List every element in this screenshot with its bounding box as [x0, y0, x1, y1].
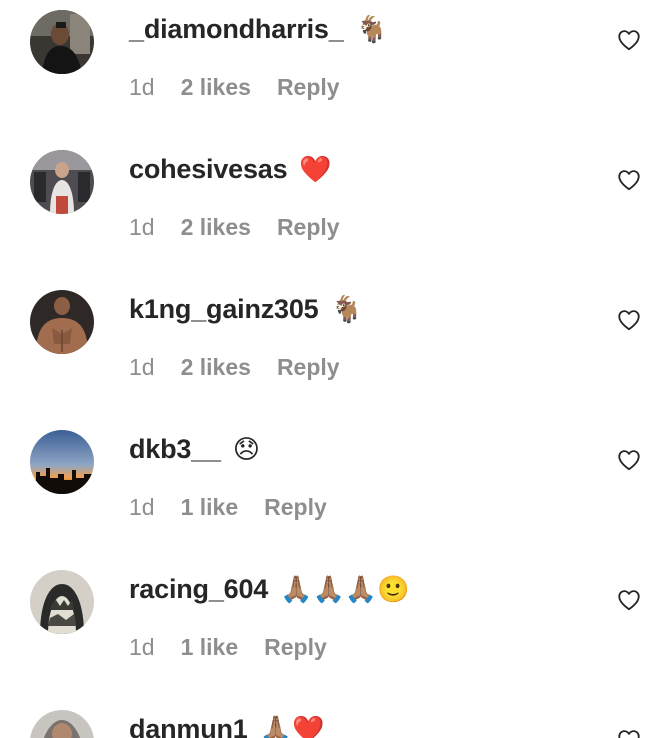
username[interactable]: dkb3__ [129, 434, 221, 465]
comment-text-line: cohesivesas ❤️ [129, 150, 332, 188]
reply-button[interactable]: Reply [277, 74, 340, 101]
comment-item: k1ng_gainz305 🐐 1d 2 likes Reply [0, 280, 646, 420]
like-count[interactable]: 2 likes [181, 74, 251, 101]
comment-text-line: k1ng_gainz305 🐐 [129, 290, 363, 328]
timestamp[interactable]: 1d [129, 214, 155, 241]
like-count[interactable]: 2 likes [181, 354, 251, 381]
timestamp[interactable]: 1d [129, 354, 155, 381]
comment-text: 🐐 [330, 294, 363, 324]
comment-text-line: _diamondharris_ 🐐 [129, 10, 388, 48]
heart-outline-icon [618, 590, 640, 611]
comment-meta: 1d 2 likes Reply [129, 70, 340, 104]
heart-outline-icon [618, 30, 640, 51]
timestamp[interactable]: 1d [129, 634, 155, 661]
reply-button[interactable]: Reply [277, 354, 340, 381]
like-button[interactable] [616, 727, 644, 738]
like-button[interactable] [616, 27, 644, 55]
username[interactable]: racing_604 [129, 574, 268, 605]
like-count[interactable]: 1 like [181, 494, 239, 521]
username[interactable]: danmun1 [129, 714, 248, 738]
comment-meta: 1d 2 likes Reply [129, 350, 340, 384]
comment-item: _diamondharris_ 🐐 1d 2 likes Reply [0, 0, 646, 140]
comment-list: _diamondharris_ 🐐 1d 2 likes Reply cohes… [0, 0, 646, 738]
like-count[interactable]: 2 likes [181, 214, 251, 241]
like-button[interactable] [616, 307, 644, 335]
timestamp[interactable]: 1d [129, 494, 155, 521]
avatar[interactable] [30, 430, 94, 494]
avatar[interactable] [30, 150, 94, 214]
like-button[interactable] [616, 167, 644, 195]
reply-button[interactable]: Reply [264, 634, 327, 661]
comment-item: dkb3__ 😞 1d 1 like Reply [0, 420, 646, 560]
like-count[interactable]: 1 like [181, 634, 239, 661]
timestamp[interactable]: 1d [129, 74, 155, 101]
username[interactable]: cohesivesas [129, 154, 288, 185]
comment-meta: 1d 1 like Reply [129, 490, 327, 524]
comment-meta: 1d 2 likes Reply [129, 210, 340, 244]
comment-text: 😞 [232, 434, 260, 464]
comment-item: cohesivesas ❤️ 1d 2 likes Reply [0, 140, 646, 280]
avatar[interactable] [30, 710, 94, 738]
username[interactable]: _diamondharris_ [129, 14, 344, 45]
comment-meta: 1d 1 like Reply [129, 630, 327, 664]
like-button[interactable] [616, 587, 644, 615]
comment-item: racing_604 🙏🏽🙏🏽🙏🏽🙂 1d 1 like Reply [0, 560, 646, 700]
avatar[interactable] [30, 10, 94, 74]
heart-outline-icon [618, 450, 640, 471]
heart-outline-icon [618, 730, 640, 738]
avatar[interactable] [30, 570, 94, 634]
heart-outline-icon [618, 170, 640, 191]
comment-item: danmun1 🙏🏽❤️ [0, 700, 646, 738]
like-button[interactable] [616, 447, 644, 475]
comment-text-line: racing_604 🙏🏽🙏🏽🙏🏽🙂 [129, 570, 410, 608]
reply-button[interactable]: Reply [277, 214, 340, 241]
comment-text: 🐐 [355, 14, 388, 44]
comment-text: 🙏🏽🙏🏽🙏🏽🙂 [280, 574, 410, 604]
username[interactable]: k1ng_gainz305 [129, 294, 319, 325]
reply-button[interactable]: Reply [264, 494, 327, 521]
comment-text: ❤️ [299, 154, 332, 184]
heart-outline-icon [618, 310, 640, 331]
avatar[interactable] [30, 290, 94, 354]
comment-text-line: danmun1 🙏🏽❤️ [129, 710, 324, 738]
comment-text-line: dkb3__ 😞 [129, 430, 260, 468]
comment-text: 🙏🏽❤️ [259, 714, 325, 738]
